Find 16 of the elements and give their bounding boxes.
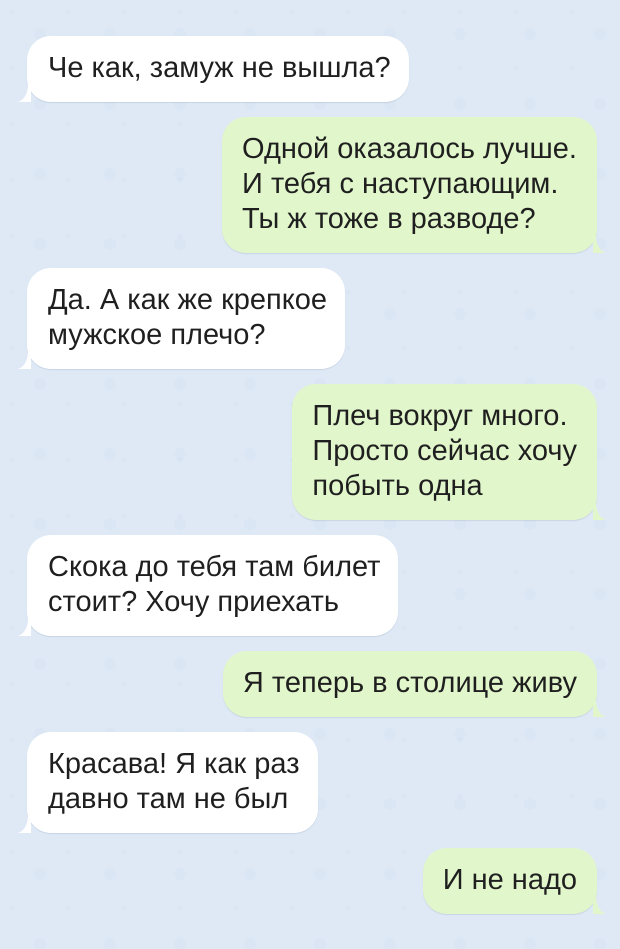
- message-text: Плеч вокруг много. Просто сейчас хочу побыть одна: [312, 399, 577, 504]
- bubble-tail-icon: [593, 502, 606, 520]
- bubble-tail-icon: [18, 618, 31, 636]
- message-text: И не надо: [442, 863, 577, 898]
- bubble-tail-icon: [593, 896, 606, 914]
- message-text: Я теперь в столице живу: [242, 666, 577, 701]
- bubble-tail-icon: [18, 815, 31, 833]
- message-text: Да. А как же крепкое мужское плечо?: [48, 283, 327, 353]
- bubble-tail-icon: [593, 235, 606, 253]
- message-text: Красава! Я как раз давно там не был: [48, 747, 300, 817]
- message-text: Скока до тебя там билет стоит? Хочу приехать: [48, 550, 380, 620]
- bubble-tail-icon: [18, 351, 31, 369]
- message-text: Одной оказалось лучше. И тебя с наступающим. Ты ж тоже в разводе?: [242, 132, 577, 237]
- message-text: Че как, замуж не вышла?: [48, 51, 391, 86]
- bubble-tail-icon: [18, 84, 31, 102]
- bubble-tail-icon: [593, 699, 606, 717]
